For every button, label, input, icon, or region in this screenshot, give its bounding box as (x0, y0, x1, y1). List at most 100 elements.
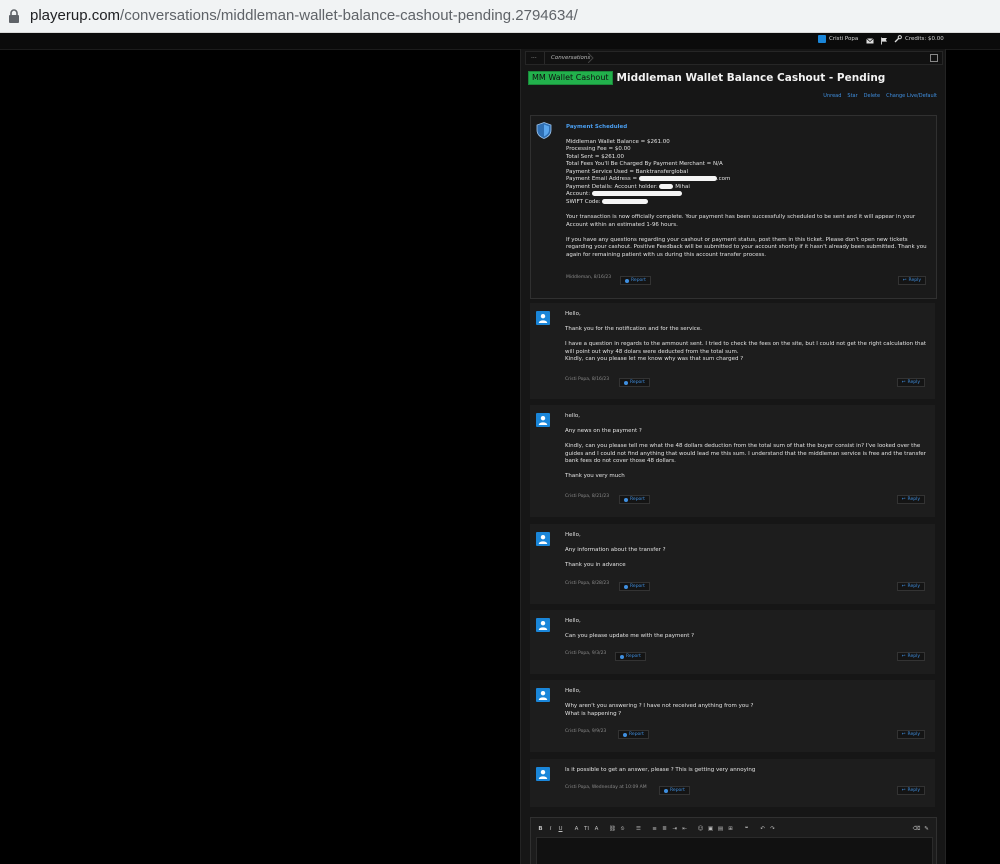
message-input[interactable] (536, 837, 933, 864)
link-icon[interactable]: ⛓ (608, 825, 617, 834)
avatar[interactable] (536, 767, 550, 781)
reply-icon: ↩ (901, 380, 906, 385)
reply-icon: ↩ (901, 584, 906, 589)
reply-button[interactable]: ↩ Reply (896, 378, 925, 387)
wrench-icon[interactable]: ✎ (922, 825, 931, 834)
message-paragraph: Hello, (565, 688, 581, 694)
breadcrumb-home[interactable]: ... (531, 53, 537, 60)
report-button[interactable]: Report (618, 730, 649, 739)
report-button[interactable]: Report (619, 495, 650, 504)
reply-button[interactable]: ↩ Reply (896, 495, 925, 504)
toolbar-divider (752, 825, 757, 834)
message-paragraph: Why aren't you answering ? I have not re… (565, 703, 754, 717)
indent-icon[interactable]: ⇥ (670, 825, 679, 834)
reply-editor: B I U A TI A ⛓ ⦸ ☰ ≡ ≣ ⇥ ⇤ ☺ ▣ ▤ ⊞ ❝ ↶ ↷… (530, 817, 937, 864)
report-button[interactable]: Report (619, 582, 650, 591)
star-link[interactable]: Star (847, 93, 857, 99)
reply-icon: ↩ (901, 497, 906, 502)
avatar[interactable] (536, 311, 550, 325)
user-icon (538, 770, 548, 779)
user-icon (538, 535, 548, 544)
change-live-default-link[interactable]: Change Live/Default (886, 93, 937, 99)
message-meta: Cristi Popa, 9/9/23 (565, 729, 607, 734)
message-item: Hello, Can you please update me with the… (530, 610, 935, 674)
avatar[interactable] (536, 413, 550, 427)
message-paragraph: hello, (565, 413, 581, 419)
quote-icon[interactable]: ❝ (742, 825, 751, 834)
info-icon (624, 380, 628, 385)
flag-icon[interactable] (880, 37, 888, 45)
message-meta: Cristi Popa, 9/3/23 (565, 651, 607, 656)
message-item: Hello, Any information about the transfe… (530, 524, 935, 604)
inbox-icon[interactable] (866, 37, 874, 45)
message-paragraph: If you have any questions regarding your… (566, 236, 927, 258)
user-icon (538, 621, 548, 630)
reply-button[interactable]: ↩ Reply (896, 582, 925, 591)
message-body: Payment Scheduled Middleman Wallet Balan… (566, 124, 928, 267)
reply-button[interactable]: ↩ Reply (896, 652, 925, 661)
user-menu[interactable]: Cristi Popa (818, 35, 858, 43)
avatar[interactable] (536, 532, 550, 546)
font-button[interactable]: A (592, 825, 601, 834)
redaction (591, 191, 682, 196)
toolbar-divider (690, 825, 695, 834)
align-icon[interactable]: ☰ (634, 825, 643, 834)
avatar[interactable] (536, 618, 550, 632)
reply-icon: ↩ (902, 278, 907, 283)
delete-link[interactable]: Delete (864, 93, 880, 99)
media-icon[interactable]: ▤ (716, 825, 725, 834)
eraser-icon[interactable]: ⌫ (912, 825, 921, 834)
smilie-icon[interactable]: ☺ (696, 825, 705, 834)
message-paragraph: Can you please update me with the paymen… (565, 633, 695, 639)
url-text[interactable]: playerup.com/conversations/middleman-wal… (30, 7, 578, 24)
page-title: Middleman Wallet Balance Cashout - Pendi… (616, 72, 886, 84)
editor-toolbar: B I U A TI A ⛓ ⦸ ☰ ≡ ≣ ⇥ ⇤ ☺ ▣ ▤ ⊞ ❝ ↶ ↷… (536, 824, 931, 834)
color-button[interactable]: A (572, 825, 581, 834)
user-icon (538, 691, 548, 700)
report-button[interactable]: Report (619, 378, 650, 387)
image-icon[interactable]: ▣ (706, 825, 715, 834)
reply-icon: ↩ (901, 654, 906, 659)
collapse-icon[interactable] (930, 54, 938, 62)
credits-link[interactable]: Credits: $0.00 (894, 35, 944, 43)
report-button[interactable]: Report (659, 786, 690, 795)
unlink-icon[interactable]: ⦸ (618, 825, 627, 834)
redaction (638, 176, 717, 181)
browser-address-bar[interactable]: playerup.com/conversations/middleman-wal… (0, 0, 1000, 33)
font-size-button[interactable]: TI (582, 825, 591, 834)
avatar[interactable] (536, 688, 550, 702)
message-paragraph: Any information about the transfer ? (565, 547, 666, 553)
shield-icon (536, 122, 552, 139)
message-item: Hello, Why aren't you answering ? I have… (530, 680, 935, 752)
outdent-icon[interactable]: ⇤ (680, 825, 689, 834)
thread-prefix-badge: MM Wallet Cashout (528, 71, 613, 85)
undo-icon[interactable]: ↶ (758, 825, 767, 834)
detail-line: Total Sent = $261.00 (566, 153, 624, 160)
message-paragraph: Is it possible to get an answer, please … (565, 767, 756, 773)
message-body: Is it possible to get an answer, please … (565, 767, 927, 782)
message-paragraph: Any news on the payment ? (565, 428, 642, 434)
username: Cristi Popa (829, 36, 859, 42)
toolbar-divider (628, 825, 633, 834)
reply-button[interactable]: ↩ Reply (897, 276, 926, 285)
site-top-bar: Cristi Popa Credits: $0.00 (0, 33, 1000, 50)
reply-button[interactable]: ↩ Reply (896, 786, 925, 795)
underline-button[interactable]: U (556, 825, 565, 834)
bold-button[interactable]: B (536, 825, 545, 834)
message-meta: Cristi Popa, 8/28/23 (565, 581, 610, 586)
code-icon[interactable]: ⊞ (726, 825, 735, 834)
info-icon (664, 788, 668, 793)
conversation-panel: ... Conversations MM Wallet Cashout Midd… (520, 49, 946, 864)
numbered-list-icon[interactable]: ≣ (660, 825, 669, 834)
detail-line-swift: SWIFT Code: (566, 198, 928, 207)
report-button[interactable]: Report (620, 276, 651, 285)
thread-title-row: MM Wallet Cashout Middleman Wallet Balan… (528, 71, 885, 85)
report-button[interactable]: Report (615, 652, 646, 661)
unread-link[interactable]: Unread (823, 93, 841, 99)
italic-button[interactable]: I (546, 825, 555, 834)
redo-icon[interactable]: ↷ (768, 825, 777, 834)
bullet-list-icon[interactable]: ≡ (650, 825, 659, 834)
message-item: hello, Any news on the payment ? Kindly,… (530, 405, 935, 517)
redaction (659, 183, 674, 189)
reply-button[interactable]: ↩ Reply (896, 730, 925, 739)
